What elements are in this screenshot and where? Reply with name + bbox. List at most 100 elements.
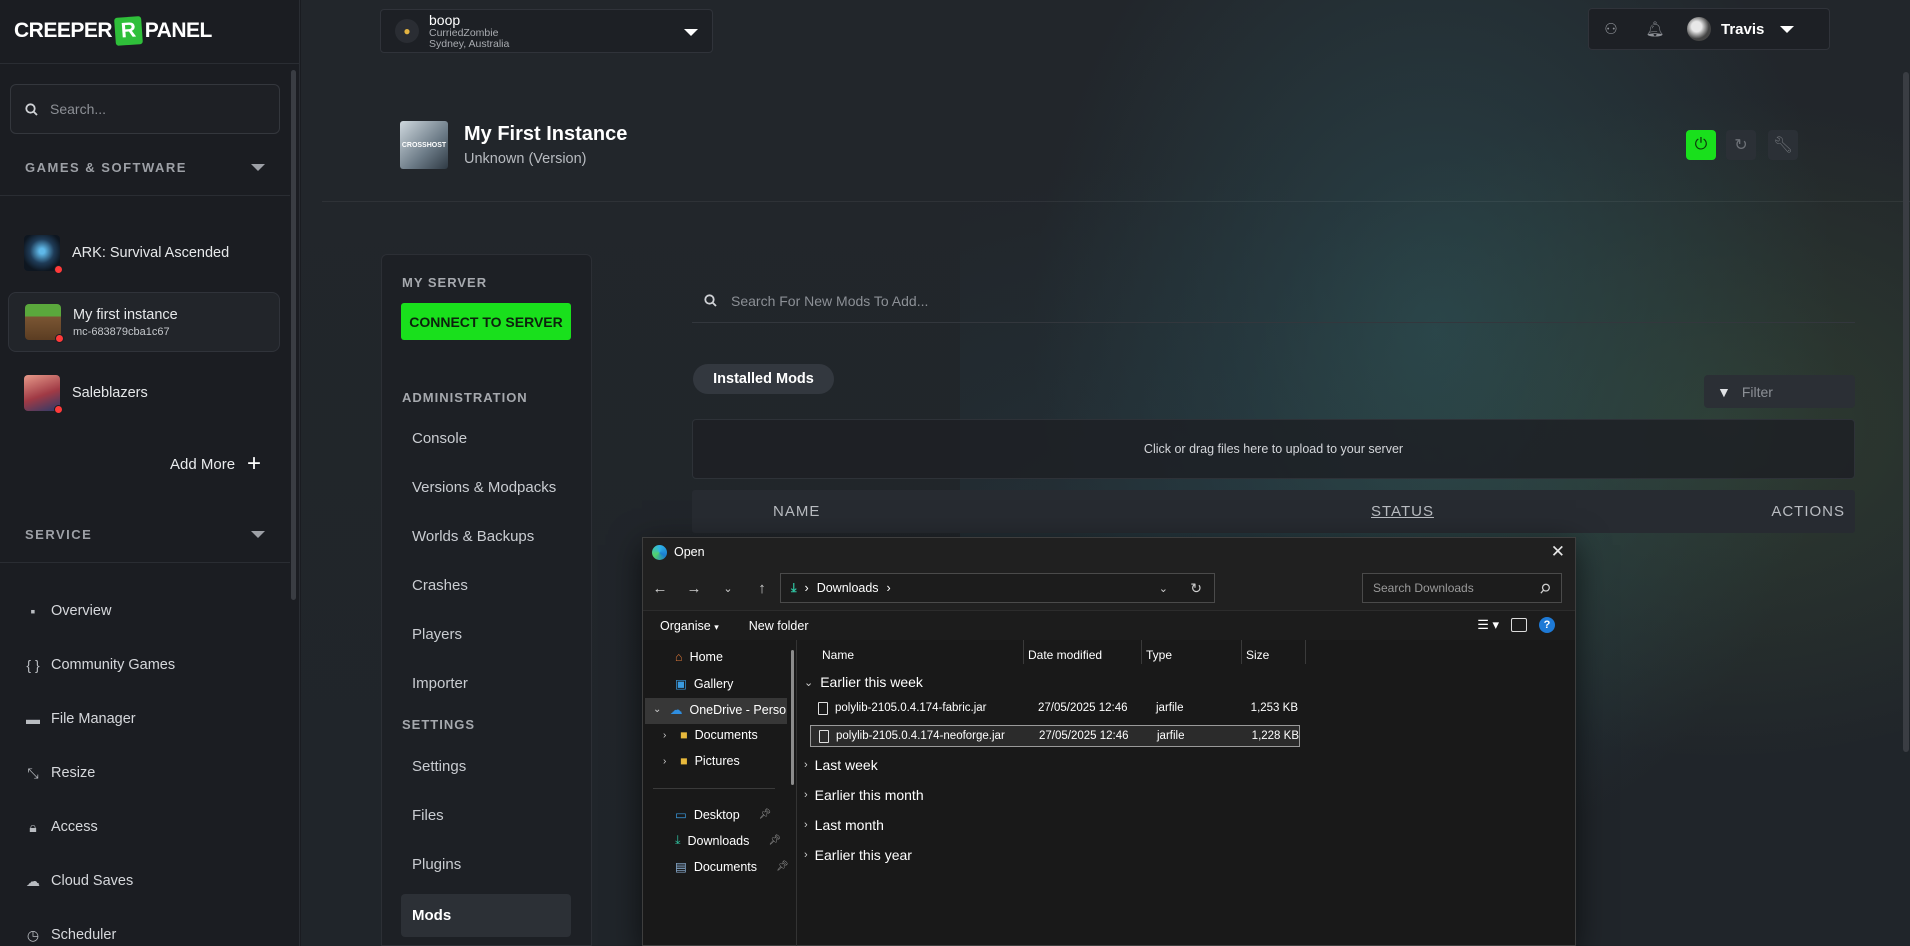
address-bar[interactable]: ⤓ › Downloads › ⌄ ↻	[780, 573, 1215, 603]
tree-label: Gallery	[693, 676, 734, 691]
refresh-icon[interactable]: ↻	[1190, 580, 1202, 597]
main-scrollbar[interactable]	[1903, 72, 1909, 752]
menu-item-versions[interactable]: Versions & Modpacks	[412, 479, 556, 496]
menu-item-mods[interactable]: Mods	[412, 907, 451, 924]
group-last-week[interactable]: › Last week	[804, 757, 878, 773]
service-header[interactable]: SERVICE	[25, 527, 265, 542]
filter-input[interactable]: ▼ Filter	[1704, 375, 1855, 408]
dialog-titlebar[interactable]: Open ✕	[643, 538, 1575, 566]
organise-button[interactable]: Organise ▾	[660, 619, 719, 633]
sidebar-search-input[interactable]	[50, 101, 250, 117]
add-more-button[interactable]: Add More +	[170, 452, 261, 476]
dialog-title: Open	[674, 545, 705, 559]
new-folder-button[interactable]: New folder	[749, 619, 809, 633]
instance-id: mc-683879cba1c67	[73, 325, 170, 338]
menu-item-players[interactable]: Players	[412, 626, 462, 643]
file-list: Name Date modified Type Size ⌄ Earlier th…	[798, 640, 1575, 946]
nav-access[interactable]: 🔒︎ Access	[25, 819, 97, 836]
server-avatar: ●	[395, 19, 419, 43]
quick-access-downloads[interactable]: ⤓ Downloads 📌︎	[675, 833, 781, 848]
file-row-selected[interactable]: polylib-2105.0.4.174-neoforge.jar 27/05/…	[810, 725, 1300, 747]
column-divider[interactable]	[1241, 640, 1242, 664]
help-icon[interactable]: ?	[1539, 617, 1555, 633]
menu-item-console[interactable]: Console	[412, 430, 467, 447]
server-selector[interactable]: ● boop CurriedZombie Sydney, Australia	[380, 9, 713, 53]
dialog-search[interactable]: Search Downloads	[1362, 573, 1562, 603]
menu-item-crashes[interactable]: Crashes	[412, 577, 468, 594]
sidebar-scrollbar[interactable]	[291, 70, 296, 600]
administration-heading: ADMINISTRATION	[402, 390, 528, 405]
group-last-month[interactable]: › Last month	[804, 817, 884, 833]
back-arrow-icon[interactable]: ←	[643, 573, 677, 603]
close-icon[interactable]: ✕	[1551, 542, 1565, 562]
restart-button[interactable]: ↻	[1726, 130, 1756, 160]
column-divider[interactable]	[1023, 640, 1024, 664]
upload-dropzone[interactable]: Click or drag files here to upload to yo…	[692, 419, 1855, 479]
up-arrow-icon[interactable]: ↑	[745, 573, 779, 603]
nav-resize[interactable]: ⤡ Resize	[25, 765, 95, 782]
tree-item-home[interactable]: ⌂ Home	[675, 650, 723, 664]
sidebar-search[interactable]	[10, 84, 280, 134]
friends-icon[interactable]: ⚇	[1589, 8, 1633, 50]
quick-access-documents[interactable]: ▤ Documents 📌︎	[675, 859, 789, 875]
column-header-date[interactable]: Date modified	[1028, 648, 1102, 662]
game-item-ark[interactable]: ARK: Survival Ascended	[8, 223, 280, 283]
chevron-down-icon[interactable]	[684, 29, 698, 36]
tree-item-pictures[interactable]: › ■ Pictures	[663, 754, 740, 768]
forward-arrow-icon[interactable]: →	[677, 573, 711, 603]
user-menu[interactable]: Travis	[1687, 17, 1795, 41]
chevron-down-icon[interactable]: ⌄	[1159, 582, 1168, 595]
nav-file-manager[interactable]: ▬ File Manager	[25, 711, 136, 727]
quick-access-desktop[interactable]: ▭ Desktop 📌︎	[675, 807, 771, 823]
column-divider[interactable]	[1141, 640, 1142, 664]
tree-item-gallery[interactable]: ▣ Gallery	[675, 676, 734, 692]
creeperpanel-logo[interactable]: CREEPER R PANEL	[14, 8, 212, 54]
breadcrumb-separator-icon: ›	[804, 581, 809, 595]
column-status[interactable]: STATUS	[1371, 503, 1434, 520]
server-menu-panel: MY SERVER CONNECT TO SERVER ADMINISTRATI…	[381, 254, 592, 946]
power-button[interactable]: ⏻	[1686, 130, 1716, 160]
search-icon	[704, 294, 717, 307]
group-earlier-this-week[interactable]: ⌄ Earlier this week	[804, 674, 923, 690]
nav-community-games[interactable]: { } Community Games	[25, 657, 175, 673]
search-icon	[25, 102, 38, 116]
menu-item-settings[interactable]: Settings	[412, 758, 466, 775]
game-item-saleblazers[interactable]: Saleblazers	[8, 363, 280, 423]
bell-icon[interactable]: 🔔︎	[1633, 8, 1677, 50]
desktop-icon: ▭	[675, 808, 687, 822]
menu-item-worlds[interactable]: Worlds & Backups	[412, 528, 534, 545]
nav-overview[interactable]: ▪ Overview	[25, 603, 112, 619]
column-header-size[interactable]: Size	[1246, 648, 1269, 662]
view-options-icon[interactable]: ☰ ▾	[1477, 617, 1499, 633]
column-header-name[interactable]: Name	[822, 648, 854, 662]
connect-to-server-button[interactable]: CONNECT TO SERVER	[401, 303, 571, 340]
mod-search-input[interactable]	[731, 292, 1331, 309]
menu-item-plugins[interactable]: Plugins	[412, 856, 461, 873]
column-name[interactable]: NAME	[773, 503, 820, 520]
grid-icon: ▪	[30, 603, 36, 619]
clock-icon: ◷	[26, 926, 40, 943]
preview-pane-icon[interactable]	[1511, 618, 1527, 632]
column-divider[interactable]	[1305, 640, 1306, 664]
tree-item-onedrive[interactable]: ⌄ ☁ OneDrive - Perso	[653, 702, 786, 718]
group-earlier-this-year[interactable]: › Earlier this year	[804, 847, 912, 863]
navigation-pane-scrollbar[interactable]	[791, 650, 794, 785]
column-header-type[interactable]: Type	[1146, 648, 1172, 662]
group-earlier-this-month[interactable]: › Earlier this month	[804, 787, 924, 803]
mod-search-bar[interactable]	[692, 279, 1855, 323]
game-item-my-first-instance[interactable]: My first instance mc-683879cba1c67	[8, 292, 280, 352]
wrench-button[interactable]: 🔧︎	[1768, 130, 1798, 160]
nav-cloud-saves[interactable]: ☁ Cloud Saves	[25, 873, 133, 890]
games-software-header[interactable]: GAMES & SOFTWARE	[25, 160, 265, 175]
recent-locations-chevron-icon[interactable]: ⌄	[711, 573, 745, 603]
menu-item-files[interactable]: Files	[412, 807, 444, 824]
tree-item-documents[interactable]: › ■ Documents	[663, 728, 758, 742]
file-row[interactable]: polylib-2105.0.4.174-fabric.jar 27/05/20…	[810, 697, 1300, 719]
breadcrumb-downloads[interactable]: Downloads	[817, 581, 879, 595]
tab-installed-mods[interactable]: Installed Mods	[693, 364, 834, 394]
logo-text-right: PANEL	[144, 19, 213, 42]
group-label: Earlier this month	[814, 787, 924, 803]
nav-scheduler[interactable]: ◷ Scheduler	[25, 926, 116, 944]
organise-label: Organise	[660, 618, 711, 633]
menu-item-importer[interactable]: Importer	[412, 675, 468, 692]
